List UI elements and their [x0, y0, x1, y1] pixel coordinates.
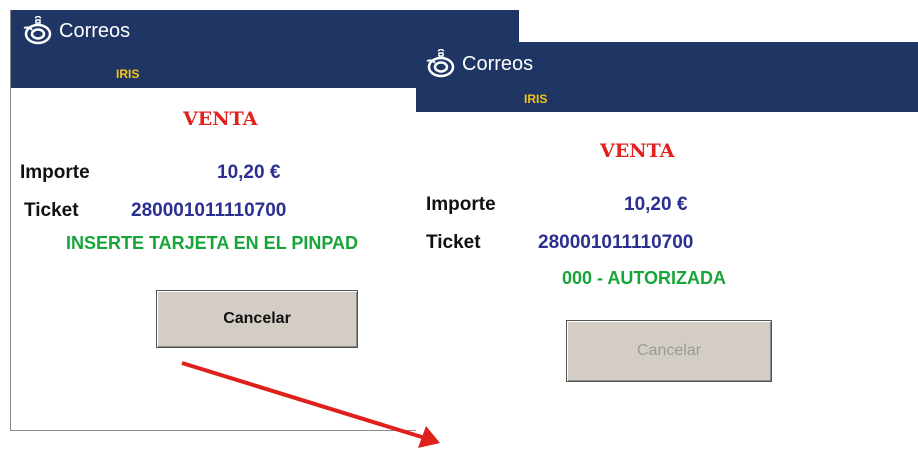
transition-arrow: [181, 361, 440, 448]
